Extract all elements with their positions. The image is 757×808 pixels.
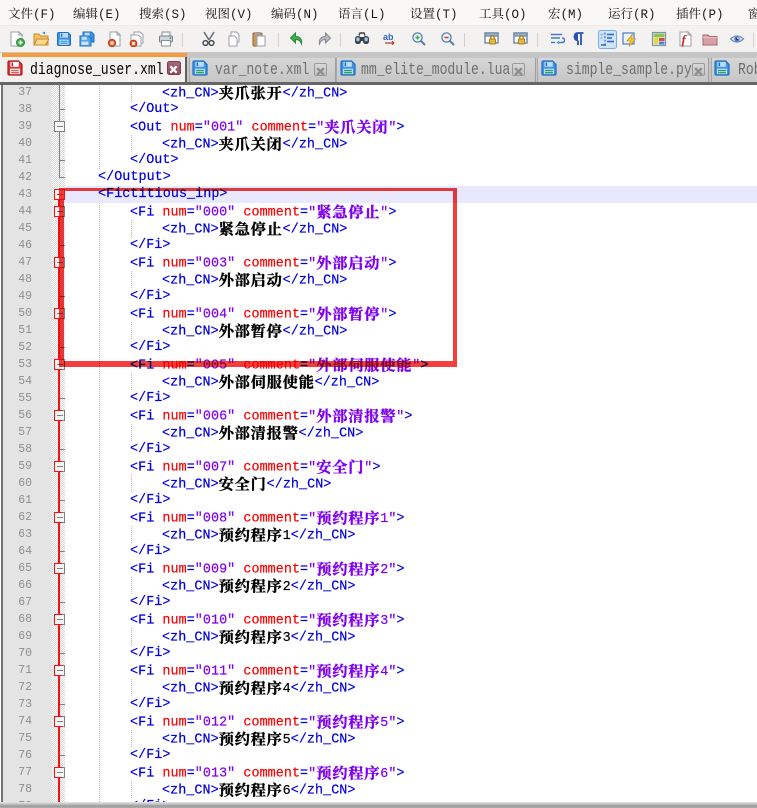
svg-text:ab: ab [383, 32, 394, 42]
